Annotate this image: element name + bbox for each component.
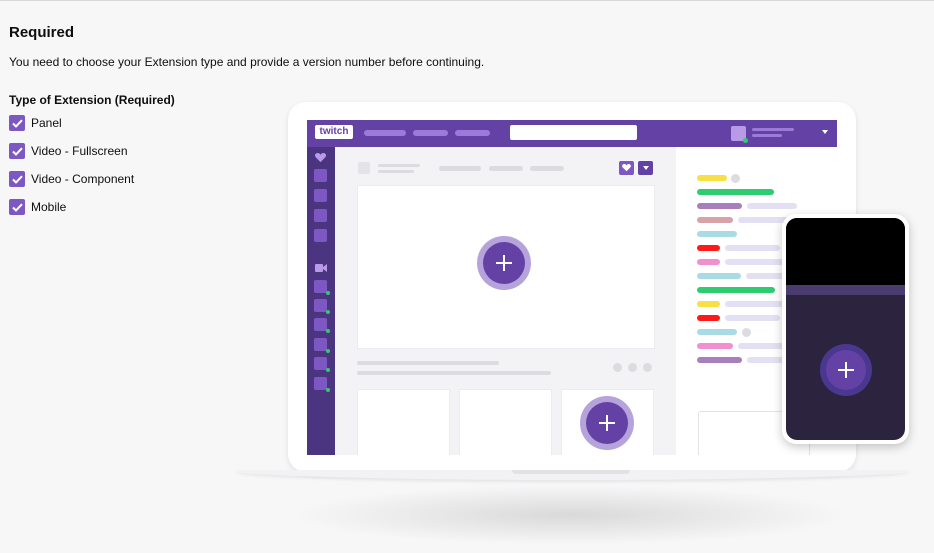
checkbox-label: Mobile: [31, 200, 67, 214]
twitch-left-sidebar: [307, 147, 335, 455]
checkbox-panel[interactable]: Panel: [9, 115, 62, 131]
nav-user-line: [752, 128, 794, 131]
placeholder-line: [357, 371, 551, 375]
online-dot: [326, 368, 330, 372]
sidebar-avatar: [314, 377, 327, 390]
chat-name-bar: [697, 259, 720, 265]
add-mobile-extension: [826, 350, 866, 390]
checkbox-label: Panel: [31, 116, 62, 130]
chat-name-bar: [697, 287, 775, 293]
chat-name-bar: [697, 189, 774, 195]
online-dot: [326, 349, 330, 353]
sidebar-avatar: [314, 338, 327, 351]
channel-avatar-placeholder: [358, 162, 370, 174]
online-dot: [326, 388, 330, 392]
nav-bar: [364, 130, 406, 136]
phone-video-area: [786, 218, 905, 285]
chevron-down-icon: [643, 166, 649, 170]
laptop-shadow: [290, 485, 850, 545]
chat-name-bar: [697, 245, 720, 251]
sidebar-avatar: [314, 189, 327, 202]
nav-search-box: [510, 125, 637, 140]
placeholder-dot: [613, 363, 622, 372]
chat-name-bar: [697, 315, 720, 321]
checkbox-label: Video - Fullscreen: [31, 144, 128, 158]
twitch-top-nav: twitch: [307, 120, 837, 147]
placeholder-dot: [742, 328, 751, 337]
heart-icon: [622, 164, 631, 172]
sidebar-avatar: [314, 229, 327, 242]
check-icon[interactable]: [9, 171, 25, 187]
camera-icon: [315, 264, 327, 272]
heart-icon: [315, 153, 326, 163]
checkbox-video-component[interactable]: Video - Component: [9, 171, 134, 187]
chat-name-bar: [697, 203, 742, 209]
extension-preview-illustration: twitch: [230, 95, 934, 553]
placeholder-dot: [643, 363, 652, 372]
laptop-screen: twitch: [307, 120, 837, 455]
add-panel-extension: [586, 402, 628, 444]
chevron-down-icon: [822, 130, 828, 134]
chat-name-bar: [697, 273, 741, 279]
sidebar-avatar: [314, 318, 327, 331]
chat-message-bar: [725, 301, 785, 307]
online-dot: [326, 291, 330, 295]
chat-message-bar: [725, 259, 785, 265]
extension-type-label: Type of Extension (Required): [9, 93, 175, 107]
chat-name-bar: [697, 343, 733, 349]
add-video-extension: [483, 242, 525, 284]
checkbox-mobile[interactable]: Mobile: [9, 199, 66, 215]
placeholder-line: [439, 166, 481, 171]
menu-button-mock: [638, 161, 653, 175]
section-title: Required: [9, 24, 75, 41]
chat-name-bar: [697, 231, 737, 237]
sidebar-avatar: [314, 280, 327, 293]
phone-frame: [782, 214, 909, 444]
chat-message-bar: [725, 315, 780, 321]
phone-toolbar: [786, 285, 905, 295]
chat-name-bar: [697, 301, 720, 307]
placeholder-line: [357, 361, 499, 365]
plus-icon: [838, 362, 854, 378]
check-icon[interactable]: [9, 143, 25, 159]
chat-name-bar: [697, 329, 737, 335]
follow-button-mock: [619, 161, 634, 175]
online-dot: [326, 310, 330, 314]
chat-name-bar: [697, 175, 727, 181]
sidebar-avatar: [314, 299, 327, 312]
nav-user-line: [752, 134, 782, 137]
twitch-logo: twitch: [315, 125, 353, 139]
chat-name-bar: [697, 217, 733, 223]
nav-bar: [413, 130, 448, 136]
check-icon[interactable]: [9, 115, 25, 131]
placeholder-line: [378, 164, 420, 167]
nav-bar: [455, 130, 490, 136]
placeholder-line: [378, 170, 414, 173]
sidebar-avatar: [314, 169, 327, 182]
placeholder-line: [530, 166, 564, 171]
online-dot: [326, 329, 330, 333]
plus-icon: [599, 415, 615, 431]
placeholder-dot: [628, 363, 637, 372]
laptop-notch: [512, 470, 630, 474]
phone-screen: [786, 218, 905, 440]
sidebar-avatar: [314, 209, 327, 222]
online-dot: [743, 138, 748, 143]
placeholder-dot: [731, 174, 740, 183]
chat-message-bar: [747, 203, 797, 209]
section-description: You need to choose your Extension type a…: [9, 55, 485, 69]
panel-mock: [459, 389, 552, 455]
plus-icon: [496, 255, 512, 271]
panel-mock: [357, 389, 450, 455]
chat-message-bar: [738, 343, 788, 349]
checkbox-video-fullscreen[interactable]: Video - Fullscreen: [9, 143, 128, 159]
top-divider: [0, 0, 934, 1]
checkbox-label: Video - Component: [31, 172, 135, 186]
chat-name-bar: [697, 357, 742, 363]
sidebar-avatar: [314, 357, 327, 370]
placeholder-line: [489, 166, 523, 171]
check-icon[interactable]: [9, 199, 25, 215]
chat-message-bar: [725, 245, 780, 251]
